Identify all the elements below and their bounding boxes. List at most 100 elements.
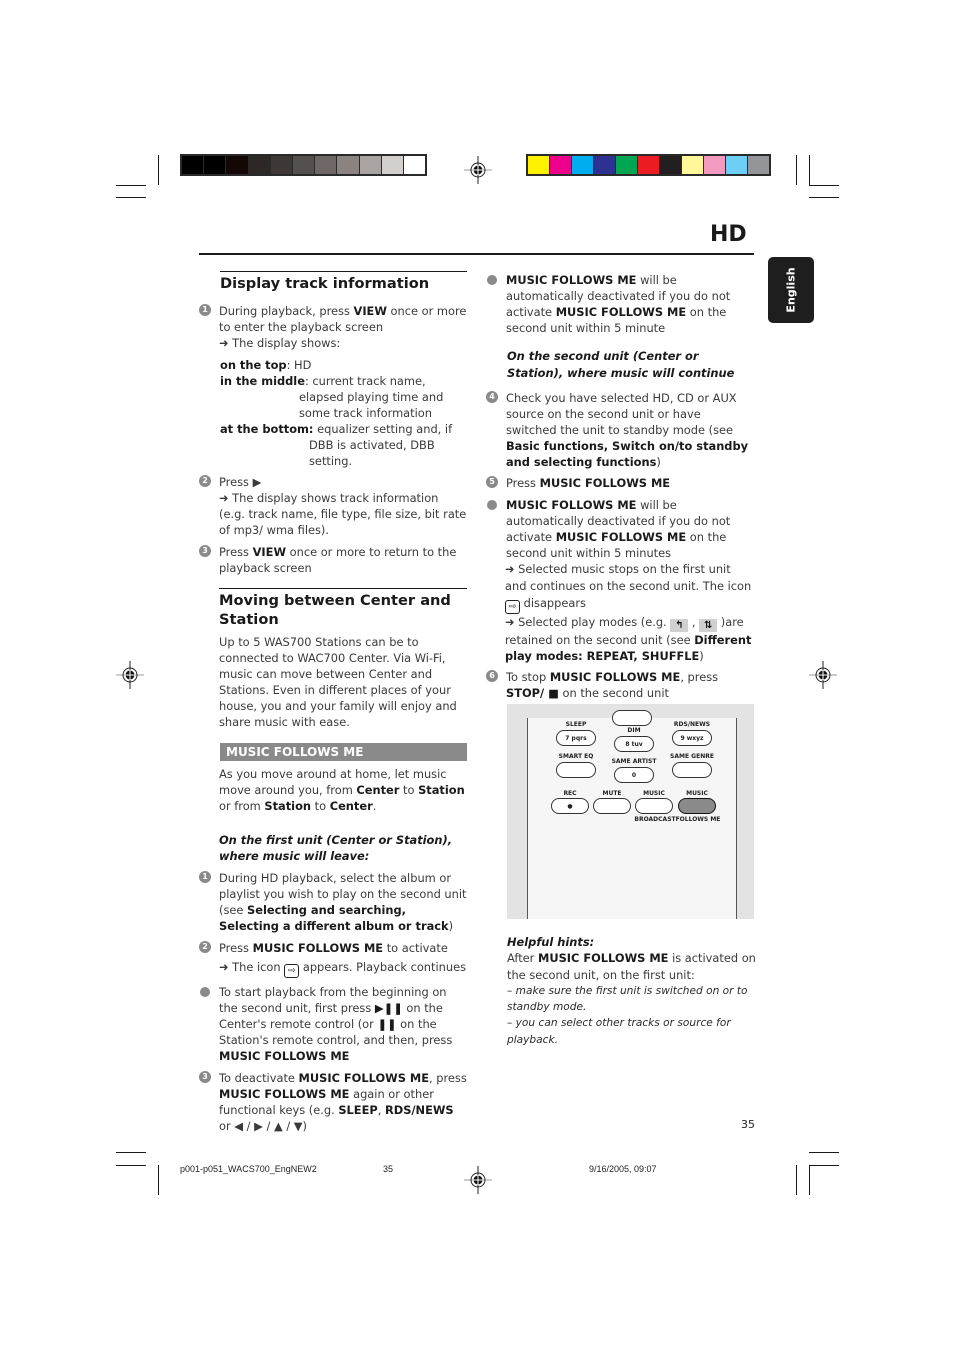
color-swatch	[682, 156, 703, 174]
step-3: 3 Press VIEW once or more to return to t…	[199, 544, 467, 576]
footer-filename: p001-p051_WACS700_EngNEW2	[180, 1164, 317, 1174]
right-column: MUSIC FOLLOWS ME will be automatically d…	[486, 272, 754, 701]
remote-label-broadcast: BROADCAST	[634, 816, 676, 823]
crop-mark	[809, 1152, 839, 1153]
crop-mark	[158, 155, 159, 185]
remote-body: SLEEP 7 pqrs DIM 8 tuv RDS/NEWS 9 wxyz S…	[527, 710, 737, 919]
step-number-icon: 1	[199, 304, 211, 316]
color-swatch	[204, 156, 226, 174]
bullet-icon	[487, 500, 497, 510]
remote-button-smart-eq	[556, 762, 596, 778]
remote-label-dim: DIM	[627, 727, 641, 734]
mfm-step-2: 2 Press MUSIC FOLLOWS ME to activate ➜ T…	[199, 940, 467, 978]
remote-button-9: 9 wxyz	[672, 730, 712, 746]
remote-button-music-broadcast	[635, 798, 673, 814]
helpful-hints: Helpful hints: After MUSIC FOLLOWS ME is…	[507, 934, 757, 1048]
color-swatch	[660, 156, 681, 174]
hint-item: – make sure the first unit is switched o…	[507, 984, 748, 1014]
step-number-icon: 5	[486, 476, 498, 488]
remote-label-follows-me: FOLLOWS ME	[675, 816, 721, 823]
color-swatch	[594, 156, 615, 174]
section-code: HD	[710, 222, 747, 247]
second-unit-heading: On the second unit (Center or Station), …	[507, 349, 735, 380]
color-swatch-strip	[526, 154, 771, 176]
color-swatch	[572, 156, 593, 174]
repeat-mode-icon: ↰	[670, 619, 689, 632]
remote-label-music-broadcast: MUSIC	[643, 790, 665, 797]
remote-label-smart-eq: SMART EQ	[558, 753, 594, 760]
color-swatch	[248, 156, 270, 174]
remote-button-0: 0	[614, 767, 654, 783]
registration-mark-icon	[809, 661, 837, 689]
heading-moving: Moving between Center and Station	[219, 588, 467, 629]
language-tab: English	[768, 257, 814, 323]
hints-heading: Helpful hints:	[507, 935, 595, 949]
music-follows-me-icon: ⇨	[505, 600, 520, 614]
color-swatch	[403, 156, 426, 174]
bullet-icon	[200, 987, 210, 997]
step-2: 2 Press ▶ ➜ The display shows track info…	[199, 474, 467, 538]
color-swatch	[226, 156, 248, 174]
step-number-icon: 6	[486, 670, 498, 682]
first-unit-heading: On the first unit (Center or Station), w…	[219, 833, 453, 863]
auto-deactivate-bullet-1: MUSIC FOLLOWS ME will be automatically d…	[486, 272, 754, 336]
crop-mark	[809, 155, 810, 185]
heading-display-track: Display track information	[220, 271, 467, 293]
crop-mark	[796, 155, 797, 185]
step-number-icon: 4	[486, 391, 498, 403]
auto-deactivate-bullet-2: MUSIC FOLLOWS ME will be automatically d…	[486, 497, 754, 664]
shuffle-mode-icon: ⇅	[699, 619, 718, 632]
color-swatch	[726, 156, 747, 174]
crop-mark	[116, 1165, 146, 1166]
grayscale-swatch-strip	[180, 154, 427, 176]
remote-button-mute	[593, 798, 631, 814]
step-6: 6 To stop MUSIC FOLLOWS ME, press STOP/ …	[486, 669, 754, 701]
step-5: 5 Press MUSIC FOLLOWS ME	[486, 475, 754, 491]
registration-mark-icon	[464, 1166, 492, 1194]
color-swatch	[381, 156, 403, 174]
remote-label-sleep: SLEEP	[565, 721, 587, 728]
step-number-icon: 3	[199, 545, 211, 557]
color-swatch	[528, 156, 549, 174]
color-swatch	[638, 156, 659, 174]
crop-mark	[809, 185, 839, 186]
footer-page: 35	[383, 1164, 394, 1174]
page-number: 35	[741, 1118, 755, 1131]
color-swatch	[270, 156, 292, 174]
color-swatch	[359, 156, 381, 174]
step-number-icon: 2	[199, 941, 211, 953]
crop-mark	[116, 1152, 146, 1153]
bullet-icon	[487, 275, 497, 285]
remote-control-illustration: SLEEP 7 pqrs DIM 8 tuv RDS/NEWS 9 wxyz S…	[507, 704, 754, 919]
remote-button-8: 8 tuv	[614, 736, 654, 752]
step-1: 1 During playback, press VIEW once or mo…	[199, 303, 467, 351]
header-rule	[199, 253, 754, 255]
remote-button-rec: ●	[551, 798, 589, 814]
step-number-icon: 1	[199, 871, 211, 883]
music-follows-me-icon: ⇨	[284, 964, 300, 978]
crop-mark	[116, 185, 146, 186]
remote-label-rec: REC	[563, 790, 577, 797]
crop-mark	[116, 197, 146, 198]
color-swatch	[182, 156, 204, 174]
mfm-bullet: To start playback from the beginning on …	[199, 984, 467, 1064]
color-swatch	[748, 156, 769, 174]
remote-button-7: 7 pqrs	[556, 730, 596, 746]
color-swatch	[292, 156, 315, 174]
color-swatch	[550, 156, 571, 174]
left-column: Display track information 1 During playb…	[199, 271, 467, 1134]
crop-mark	[158, 1165, 159, 1195]
remote-label-same-artist: SAME ARTIST	[611, 758, 657, 765]
step-number-icon: 3	[199, 1071, 211, 1083]
crop-mark	[809, 197, 839, 198]
crop-mark	[809, 1165, 839, 1166]
footer-date: 9/16/2005, 09:07	[589, 1164, 657, 1174]
crop-mark	[796, 1165, 797, 1195]
result-text: ➜ The display shows:	[219, 336, 341, 350]
color-swatch	[337, 156, 359, 174]
language-tab-label: English	[784, 267, 798, 313]
step-4: 4 Check you have selected HD, CD or AUX …	[486, 390, 754, 470]
mfm-intro: As you move around at home, let music mo…	[219, 767, 465, 813]
remote-button-same-genre	[672, 762, 712, 778]
remote-button-top	[612, 710, 652, 726]
